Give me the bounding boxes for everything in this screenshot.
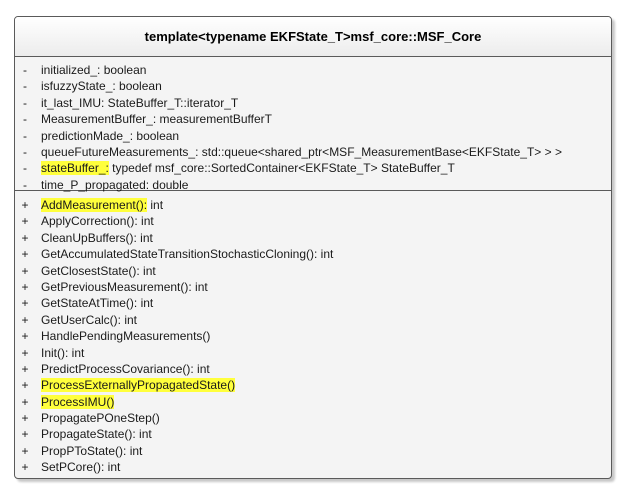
operation-row[interactable]: + GetUserCalc(): int — [15, 312, 611, 328]
operation-text: GetStateAtTime(): int — [41, 296, 154, 311]
attributes-compartment: - initialized_: boolean - isfuzzyState_: bo… — [15, 57, 611, 193]
operation-text: PropagatePOneStep() — [41, 411, 160, 426]
operation-row[interactable]: + ProcessIMU() — [15, 394, 611, 410]
operation-text: HandlePendingMeasurements() — [41, 329, 211, 344]
attribute-text: queueFutureMeasurements_: std::queue<sha… — [41, 144, 562, 159]
attribute-row[interactable]: - isfuzzyState_: boolean — [15, 78, 611, 94]
operation-row[interactable]: + ApplyCorrection(): int — [15, 213, 611, 229]
operation-text: GetClosestState(): int — [41, 263, 156, 278]
visibility-marker: + — [21, 460, 29, 475]
visibility-marker: + — [21, 394, 29, 409]
visibility-marker: + — [21, 263, 29, 278]
visibility-marker: + — [21, 279, 29, 294]
operation-row[interactable]: + PropagatePOneStep() — [15, 410, 611, 426]
operation-text: GetPreviousMeasurement(): int — [41, 279, 208, 294]
highlight-mark: AddMeasurement(): — [41, 198, 148, 212]
visibility-marker: - — [23, 161, 27, 176]
highlight-mark: ProcessIMU() — [41, 394, 115, 409]
highlight-mark: ProcessExternallyPropagatedState() — [41, 378, 236, 393]
visibility-marker: + — [21, 214, 29, 229]
operation-row[interactable]: + PropPToState(): int — [15, 443, 611, 459]
visibility-marker: + — [21, 427, 29, 442]
operation-text-rest: int — [147, 198, 164, 212]
visibility-marker: + — [21, 312, 29, 327]
attribute-row[interactable]: - time_P_propagated: double — [15, 177, 611, 193]
operation-row[interactable]: + ProcessExternallyPropagatedState() — [15, 377, 611, 393]
operations-compartment: + AddMeasurement(): int + ApplyCorrection()… — [15, 191, 611, 476]
visibility-marker: + — [21, 361, 29, 376]
attribute-row[interactable]: - initialized_: boolean — [15, 62, 611, 78]
visibility-marker: + — [21, 345, 29, 360]
operation-text: AddMeasurement(): int — [41, 197, 163, 213]
attribute-text: initialized_: boolean — [41, 63, 147, 77]
operation-row[interactable]: + GetPreviousMeasurement(): int — [15, 279, 611, 295]
uml-class-box[interactable]: template<typename EKFState_T>msf_core::M… — [14, 16, 612, 479]
operation-row[interactable]: + HandlePendingMeasurements() — [15, 328, 611, 344]
operation-text: GetAccumulatedStateTransitionStochasticC… — [41, 247, 334, 262]
operation-row[interactable]: + GetStateAtTime(): int — [15, 295, 611, 311]
operation-text: ProcessExternallyPropagatedState() — [41, 377, 236, 393]
operation-text: PropPToState(): int — [41, 443, 143, 458]
visibility-marker: - — [23, 112, 27, 127]
highlight-mark: stateBuffer_: — [41, 161, 109, 176]
visibility-marker: - — [23, 128, 27, 143]
operation-text: GetUserCalc(): int — [41, 312, 138, 327]
operation-row[interactable]: + Init(): int — [15, 345, 611, 361]
operation-text: SetPCore(): int — [41, 460, 121, 475]
attribute-row[interactable]: - queueFutureMeasurements_: std::queue<sh… — [15, 144, 611, 160]
operation-row[interactable]: + CleanUpBuffers(): int — [15, 230, 611, 246]
attribute-text: predictionMade_: boolean — [41, 128, 180, 143]
class-title: template<typename EKFState_T>msf_core::M… — [144, 29, 482, 44]
visibility-marker: + — [21, 411, 29, 426]
operation-row[interactable]: + PredictProcessCovariance(): int — [15, 361, 611, 377]
visibility-marker: + — [21, 443, 29, 458]
visibility-marker: + — [21, 329, 29, 344]
visibility-marker: + — [21, 198, 29, 212]
visibility-marker: + — [21, 296, 29, 311]
operation-row[interactable]: + SetPCore(): int — [15, 459, 611, 475]
visibility-marker: - — [23, 79, 27, 94]
attribute-row[interactable]: - it_last_IMU: StateBuffer_T::iterator_T — [15, 95, 611, 111]
operation-row[interactable]: + AddMeasurement(): int — [15, 197, 611, 213]
attribute-text: isfuzzyState_: boolean — [41, 79, 162, 94]
visibility-marker: - — [23, 144, 27, 159]
visibility-marker: - — [23, 177, 27, 192]
operation-text: ApplyCorrection(): int — [41, 214, 154, 229]
attribute-text-rest: typedef msf_core::SortedContainer<EKFSta… — [108, 161, 455, 176]
operation-row[interactable]: + GetClosestState(): int — [15, 263, 611, 279]
operation-text: PredictProcessCovariance(): int — [41, 361, 210, 376]
operation-text: CleanUpBuffers(): int — [41, 230, 153, 245]
visibility-marker: + — [21, 230, 29, 245]
visibility-marker: - — [23, 63, 27, 77]
attribute-row[interactable]: - predictionMade_: boolean — [15, 128, 611, 144]
operation-text: ProcessIMU() — [41, 394, 115, 410]
operation-text: PropagateState(): int — [41, 427, 152, 442]
operation-text: Init(): int — [41, 345, 85, 360]
attribute-row[interactable]: - stateBuffer_: typedef msf_core::SortedC… — [15, 160, 611, 176]
operation-row[interactable]: + PropagateState(): int — [15, 426, 611, 442]
attribute-text: it_last_IMU: StateBuffer_T::iterator_T — [41, 95, 239, 110]
class-header: template<typename EKFState_T>msf_core::M… — [15, 17, 611, 57]
attribute-text: MeasurementBuffer_: measurementBufferT — [41, 112, 272, 127]
visibility-marker: + — [21, 378, 29, 393]
attribute-text: stateBuffer_: typedef msf_core::SortedCo… — [41, 160, 455, 176]
operation-row[interactable]: + GetAccumulatedStateTransitionStochastic… — [15, 246, 611, 262]
visibility-marker: + — [21, 247, 29, 262]
visibility-marker: - — [23, 95, 27, 110]
attribute-row[interactable]: - MeasurementBuffer_: measurementBufferT — [15, 111, 611, 127]
attribute-text: time_P_propagated: double — [41, 177, 189, 192]
